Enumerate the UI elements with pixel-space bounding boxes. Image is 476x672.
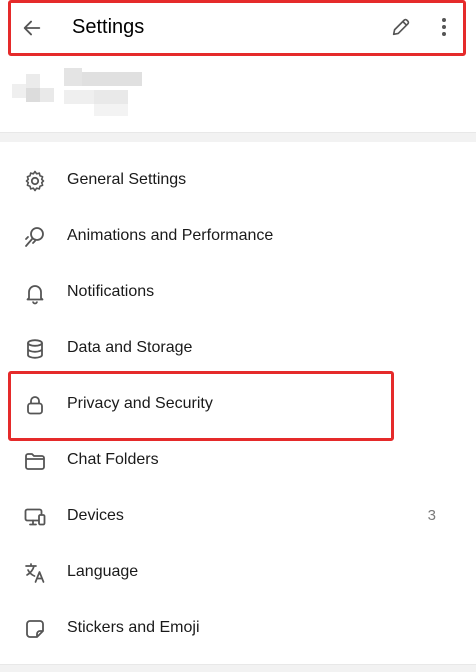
devices-count-badge: 3 bbox=[427, 507, 436, 524]
pencil-icon bbox=[390, 16, 412, 38]
menu-item-label: Animations and Performance bbox=[67, 227, 274, 244]
menu-item-label: Data and Storage bbox=[67, 339, 193, 356]
settings-header: Settings bbox=[0, 0, 468, 56]
avatar bbox=[12, 74, 54, 110]
menu-item-privacy-security[interactable]: Privacy and Security bbox=[0, 376, 476, 432]
folder-icon bbox=[22, 448, 48, 474]
more-vertical-icon bbox=[440, 16, 448, 38]
menu-item-chat-folders[interactable]: Chat Folders bbox=[0, 432, 476, 488]
arrow-left-icon bbox=[21, 17, 43, 39]
bell-icon bbox=[22, 280, 48, 306]
menu-item-language[interactable]: Language bbox=[0, 544, 476, 600]
menu-item-animations-performance[interactable]: Animations and Performance bbox=[0, 208, 476, 264]
menu-item-label: Notifications bbox=[67, 283, 155, 300]
devices-icon bbox=[22, 504, 48, 530]
menu-item-data-storage[interactable]: Data and Storage bbox=[0, 320, 476, 376]
lock-icon bbox=[22, 392, 48, 418]
section-divider bbox=[0, 132, 476, 142]
menu-item-label: Privacy and Security bbox=[67, 395, 213, 412]
database-icon bbox=[22, 336, 48, 362]
settings-page: Settings General Settings Animations and… bbox=[0, 0, 476, 672]
bottom-divider bbox=[0, 664, 476, 672]
menu-item-label: General Settings bbox=[67, 171, 187, 188]
gear-icon bbox=[22, 168, 48, 194]
menu-item-label: Language bbox=[67, 563, 139, 580]
menu-item-label: Devices bbox=[67, 507, 124, 524]
menu-item-stickers-emoji[interactable]: Stickers and Emoji bbox=[0, 600, 476, 656]
more-options-button[interactable] bbox=[432, 14, 456, 40]
profile-name-obscured bbox=[64, 68, 160, 118]
edit-profile-button[interactable] bbox=[388, 14, 414, 40]
animation-icon bbox=[22, 224, 48, 250]
sticker-icon bbox=[22, 616, 48, 642]
translate-icon bbox=[22, 560, 48, 586]
settings-menu: General Settings Animations and Performa… bbox=[0, 152, 476, 656]
menu-item-general-settings[interactable]: General Settings bbox=[0, 152, 476, 208]
menu-item-label: Stickers and Emoji bbox=[67, 619, 200, 636]
menu-item-notifications[interactable]: Notifications bbox=[0, 264, 476, 320]
menu-item-devices[interactable]: Devices 3 bbox=[0, 488, 476, 544]
back-button[interactable] bbox=[18, 14, 46, 42]
profile-card[interactable] bbox=[0, 60, 476, 132]
menu-item-label: Chat Folders bbox=[67, 451, 159, 468]
page-title: Settings bbox=[72, 16, 145, 38]
